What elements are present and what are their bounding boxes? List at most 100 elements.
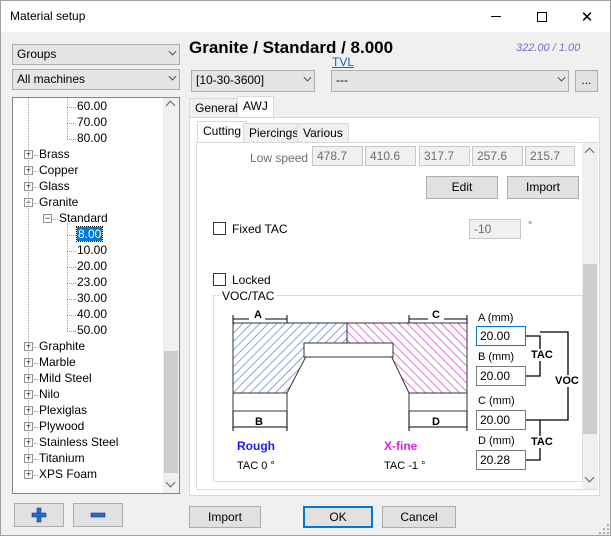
tree-connector [67, 315, 76, 316]
collapse-icon[interactable]: − [43, 214, 52, 223]
tree-item[interactable]: 30.00 [77, 291, 107, 306]
material-tree[interactable]: 60.00 70.00 80.00 Brass + Copper + Glass + Granit… [12, 97, 180, 494]
tvl-combo[interactable]: --- [331, 70, 569, 92]
c-mm-input[interactable]: 20.00 [476, 410, 526, 430]
tree-guide [67, 223, 68, 331]
import-speeds-button[interactable]: Import [507, 176, 579, 199]
tab-various[interactable]: Various [297, 123, 349, 143]
edit-button[interactable]: Edit [426, 176, 498, 199]
tree-item[interactable]: Copper [39, 163, 78, 178]
tree-item[interactable]: 50.00 [77, 323, 107, 338]
range-combo[interactable]: [10-30-3600] [191, 70, 315, 92]
tab-general[interactable]: General [189, 98, 244, 118]
tree-item-label: Brass [39, 147, 70, 161]
scroll-up-icon[interactable] [165, 100, 176, 111]
minus-icon [90, 512, 106, 518]
tree-item[interactable]: 70.00 [77, 115, 107, 130]
tab-cutting[interactable]: Cutting [197, 121, 248, 143]
resize-grip-icon[interactable] [598, 523, 610, 535]
tree-connector [67, 283, 76, 284]
ok-button[interactable]: OK [303, 506, 373, 528]
title-bar: Material setup ✕ [1, 1, 610, 32]
diagram-label-c: C [432, 309, 440, 321]
tree-item[interactable]: 60.00 [77, 99, 107, 114]
tree-item-label: Granite [39, 195, 79, 209]
tree-item[interactable]: Granite [39, 195, 78, 210]
tree-item[interactable]: Graphite [39, 339, 85, 354]
tree-connector [34, 187, 38, 188]
center-block [303, 342, 394, 358]
tree-scrollbar[interactable] [163, 98, 179, 493]
machines-combo-value: All machines [17, 72, 86, 86]
tree-item-label: 20.00 [77, 259, 108, 273]
tree-connector [34, 475, 38, 476]
tree-connector [34, 379, 38, 380]
scroll-up-icon[interactable] [584, 147, 595, 158]
b-mm-label: B (mm) [478, 351, 515, 363]
page-title: Granite / Standard / 8.000 [189, 38, 394, 57]
locked-checkbox[interactable] [213, 273, 226, 286]
tree-item[interactable]: Plexiglas [39, 403, 87, 418]
d-mm-label: D (mm) [478, 435, 515, 447]
minimize-button[interactable] [473, 1, 519, 32]
tree-item-label: 70.00 [77, 115, 108, 129]
fixed-tac-field: -10 [469, 219, 521, 239]
tree-item[interactable]: Titanium [39, 451, 85, 466]
browse-button[interactable]: ... [575, 70, 598, 92]
tree-connector [67, 235, 76, 236]
rough-profile [232, 322, 348, 394]
tree-item[interactable]: 20.00 [77, 259, 107, 274]
tree-item[interactable]: Marble [39, 355, 76, 370]
tree-item[interactable]: 8.00 [75, 226, 104, 242]
tree-item[interactable]: Plywood [39, 419, 84, 434]
low-speed-field-5: 215.7 [525, 146, 575, 166]
b-mm-input[interactable]: 20.00 [476, 366, 526, 386]
tree-item[interactable]: 10.00 [77, 243, 107, 258]
tab-awj[interactable]: AWJ [237, 96, 274, 118]
window-title: Material setup [10, 9, 86, 23]
tac-label-top: TAC [531, 349, 553, 361]
tree-connector [67, 299, 76, 300]
tree-item[interactable]: Nilo [39, 387, 60, 402]
close-button[interactable]: ✕ [564, 1, 610, 32]
remove-material-button[interactable] [73, 503, 123, 527]
tree-connector [34, 171, 38, 172]
groups-combo[interactable]: Groups [12, 44, 180, 65]
tree-connector [67, 123, 76, 124]
fixed-tac-checkbox[interactable] [213, 222, 226, 235]
cancel-button[interactable]: Cancel [382, 506, 456, 528]
low-speed-field-3: 317.7 [419, 146, 470, 166]
tree-item-label: XPS Foam [39, 467, 98, 481]
tree-item[interactable]: Mild Steel [39, 371, 92, 386]
tree-item[interactable]: 40.00 [77, 307, 107, 322]
tree-scroll-thumb[interactable] [164, 351, 178, 473]
d-mm-input[interactable]: 20.28 [476, 450, 526, 470]
tree-item[interactable]: 80.00 [77, 131, 107, 146]
add-material-button[interactable] [14, 503, 64, 527]
tree-item[interactable]: 23.00 [77, 275, 107, 290]
tree-item[interactable]: XPS Foam [39, 467, 97, 482]
tree-guide [28, 98, 29, 475]
maximize-button[interactable] [519, 1, 565, 32]
tree-connector [34, 427, 38, 428]
scroll-down-icon[interactable] [584, 472, 595, 483]
tree-item-label: Plywood [39, 419, 85, 433]
tvl-link[interactable]: TVL [332, 55, 354, 69]
import-button[interactable]: Import [189, 506, 261, 528]
tree-item[interactable]: Stainless Steel [39, 435, 118, 450]
tree-connector [67, 107, 76, 108]
low-speed-field-1: 478.7 [312, 146, 363, 166]
voc-tac-diagram: A C B D Rough TAC 0 ° X-fine TAC -1 ° [232, 307, 468, 472]
tree-connector [34, 411, 38, 412]
tree-item-label: Marble [39, 355, 76, 369]
a-mm-input[interactable]: 20.00 [476, 326, 526, 346]
tree-connector [67, 251, 76, 252]
chevron-down-icon [168, 47, 177, 56]
tab-piercings[interactable]: Piercings [243, 123, 305, 143]
tree-item[interactable]: Glass [39, 179, 70, 194]
scroll-down-icon[interactable] [165, 477, 176, 488]
version-label: 322.00 / 1.00 [516, 42, 581, 54]
xfine-tac-label: TAC -1 ° [384, 460, 425, 472]
machines-combo[interactable]: All machines [12, 69, 180, 90]
tree-item[interactable]: Brass [39, 147, 70, 162]
